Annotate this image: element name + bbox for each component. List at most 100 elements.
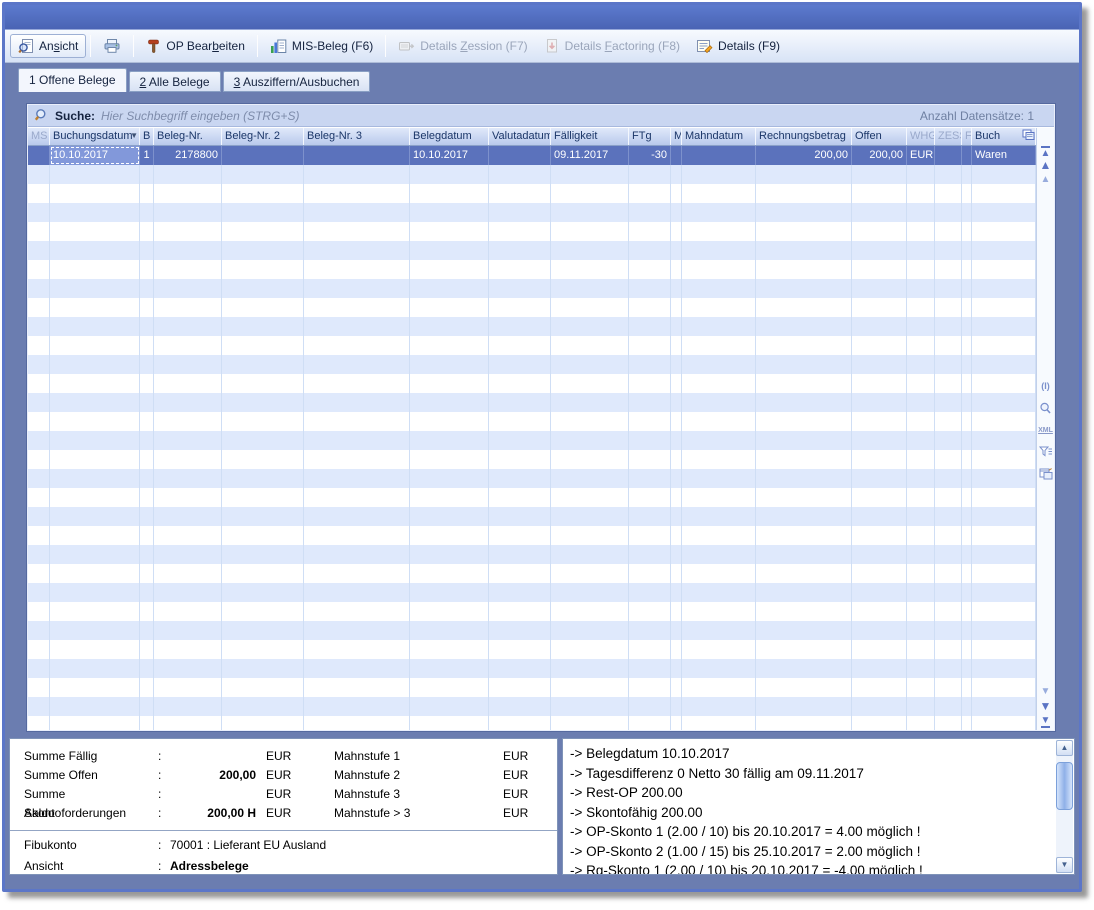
cell-faelligkeit: 09.11.2017 (551, 146, 629, 165)
column-header-beleg-nr[interactable]: Beleg-Nr. (154, 128, 222, 145)
currency-label: EUR (256, 766, 312, 785)
open-items-panel: Suche: Hier Suchbegriff eingeben (STRG+S… (27, 104, 1055, 731)
details-icon (696, 38, 713, 54)
column-header-f[interactable]: F (962, 128, 972, 145)
scroll-up-button[interactable]: ▲ (1038, 174, 1054, 187)
column-chooser-icon[interactable] (1022, 129, 1035, 141)
column-header-belegdatum[interactable]: Belegdatum (410, 128, 489, 145)
scroll-up-arrow[interactable]: ▲ (1056, 740, 1073, 756)
xml-export-button[interactable]: XML (1038, 419, 1054, 441)
table-row-empty (28, 298, 1036, 317)
ansicht-label: Ansicht (39, 39, 78, 53)
table-row-selected[interactable]: 10.10.2017 1 2178800 10.10.2017 09.11.20… (28, 146, 1036, 165)
cell-beleg-nr-3 (304, 146, 410, 165)
cell-valutadatum (489, 146, 551, 165)
column-header-whg[interactable]: WHG (907, 128, 935, 145)
table-row-empty (28, 184, 1036, 203)
summary-row-faellig: Summe Fällig : EUR Mahnstufe 1 EUR (10, 747, 557, 766)
tab-alle-belege[interactable]: 2 Alle Belege (129, 71, 221, 92)
summary-label: Saldo (10, 804, 158, 823)
detail-line: -> Rest-OP 200.00 (570, 783, 1048, 803)
print-button[interactable] (95, 34, 129, 58)
ansicht-label: Ansicht (10, 856, 158, 875)
summary-value: 200,00 H (170, 804, 256, 823)
currency-label: EUR (503, 785, 557, 804)
column-header-beleg-nr-3[interactable]: Beleg-Nr. 3 (304, 128, 410, 145)
cell-zess (935, 146, 962, 165)
cell-ftg: -30 (629, 146, 671, 165)
op-bearbeiten-button[interactable]: OP Bearbeiten (138, 34, 253, 58)
column-header-offen[interactable]: Offen (852, 128, 907, 145)
printer-icon (103, 38, 121, 54)
detail-line: -> OP-Skonto 2 (1.00 / 15) bis 25.10.201… (570, 842, 1048, 862)
details-label: Details (F9) (718, 39, 780, 53)
column-header-mahndatum[interactable]: Mahndatum (682, 128, 756, 145)
tab-strip: 1 Offene Belege 2 Alle Belege 3 Ausziffe… (18, 68, 370, 92)
details-button[interactable]: Details (F9) (688, 34, 788, 58)
column-header-zess[interactable]: ZESS (935, 128, 962, 145)
cell-belegdatum: 10.10.2017 (410, 146, 489, 165)
summary-row-saldo: Saldo : 200,00 H EUR Mahnstufe > 3 EUR (10, 804, 557, 823)
column-header-rechnungsbetrag[interactable]: Rechnungsbetrag (756, 128, 852, 145)
scroll-page-up-button[interactable]: ▲ (1038, 158, 1054, 174)
scroll-last-button[interactable]: ▼ (1038, 715, 1054, 728)
table-row-empty (28, 355, 1036, 374)
cell-ms (28, 146, 50, 165)
column-header-faelligkeit[interactable]: Fälligkeit (551, 128, 629, 145)
ansicht-button[interactable]: Ansicht (10, 34, 86, 58)
table-row-empty (28, 659, 1036, 678)
table-row-empty (28, 317, 1036, 336)
details-scrollbar[interactable]: ▲ ▼ (1056, 740, 1073, 873)
search-input[interactable]: Hier Suchbegriff eingeben (STRG+S) (101, 109, 914, 123)
mahnstufe-label: Mahnstufe 3 (312, 785, 484, 804)
column-header-beleg-nr-2[interactable]: Beleg-Nr. 2 (222, 128, 304, 145)
scrollbar-thumb[interactable] (1056, 762, 1073, 810)
copy-view-button[interactable] (1038, 463, 1054, 485)
tab-ausziffern-ausbuchen[interactable]: 3 Ausziffern/Ausbuchen (223, 71, 371, 92)
scroll-down-button[interactable]: ▼ (1038, 686, 1054, 699)
filter-button[interactable] (1038, 441, 1054, 463)
cell-m (671, 146, 682, 165)
table-row-empty (28, 165, 1036, 184)
sort-desc-icon: ▼ (130, 132, 138, 140)
mahnstufe-label: Mahnstufe 2 (312, 766, 484, 785)
toolbar-separator (90, 35, 91, 57)
cell-buchungsdatum: 10.10.2017 (50, 146, 140, 165)
column-header-m[interactable]: M (671, 128, 682, 145)
column-header-ms[interactable]: MS (28, 128, 50, 145)
cell-f (962, 146, 972, 165)
table-row-empty (28, 222, 1036, 241)
search-bar[interactable]: Suche: Hier Suchbegriff eingeben (STRG+S… (28, 105, 1054, 127)
currency-label: EUR (503, 766, 557, 785)
column-header-valutadatum[interactable]: Valutadatum (489, 128, 551, 145)
hammer-icon (146, 38, 161, 54)
scroll-first-button[interactable]: ▲ (1038, 145, 1054, 158)
spacer (1038, 129, 1054, 145)
zoom-search-button[interactable] (1038, 397, 1054, 419)
table-row-empty (28, 526, 1036, 545)
column-header-buch[interactable]: Buch (972, 128, 1036, 145)
details-factoring-label: Details Factoring (F8) (565, 39, 680, 53)
detail-line: -> Skontofähig 200.00 (570, 803, 1048, 823)
column-header-b[interactable]: B (140, 128, 154, 145)
detail-line: -> Rg-Skonto 1 (2.00 / 10) bis 20.10.201… (570, 861, 1048, 875)
column-header-buchungsdatum[interactable]: Buchungsdatum▼ (50, 128, 140, 145)
scroll-down-arrow[interactable]: ▼ (1056, 857, 1073, 873)
summary-value (170, 747, 256, 766)
mis-beleg-button[interactable]: MIS-Beleg (F6) (262, 34, 381, 58)
cell-whg: EUR (907, 146, 935, 165)
format-columns-button[interactable]: (I) (1038, 375, 1054, 397)
scroll-page-down-button[interactable]: ▼ (1038, 699, 1054, 715)
column-header-ftg[interactable]: FTg (629, 128, 671, 145)
tab-offene-belege[interactable]: 1 Offene Belege (18, 68, 127, 92)
factoring-icon (544, 38, 560, 54)
window-titlebar[interactable]: OP-Verwaltung: 70001/Lieferant EU Auslan… (5, 5, 1079, 30)
op-bearbeiten-label: OP Bearbeiten (166, 39, 245, 53)
preview-icon (18, 38, 34, 54)
table-row-empty (28, 279, 1036, 298)
table-row-empty (28, 450, 1036, 469)
fibukonto-row: Fibukonto : 70001 : Lieferant EU Ausland (10, 835, 557, 856)
op-verwaltung-window: OP-Verwaltung: 70001/Lieferant EU Auslan… (2, 2, 1082, 892)
summary-row-akonto: Summe Akontoforderungen : EUR Mahnstufe … (10, 785, 557, 804)
table-row-empty (28, 716, 1036, 730)
